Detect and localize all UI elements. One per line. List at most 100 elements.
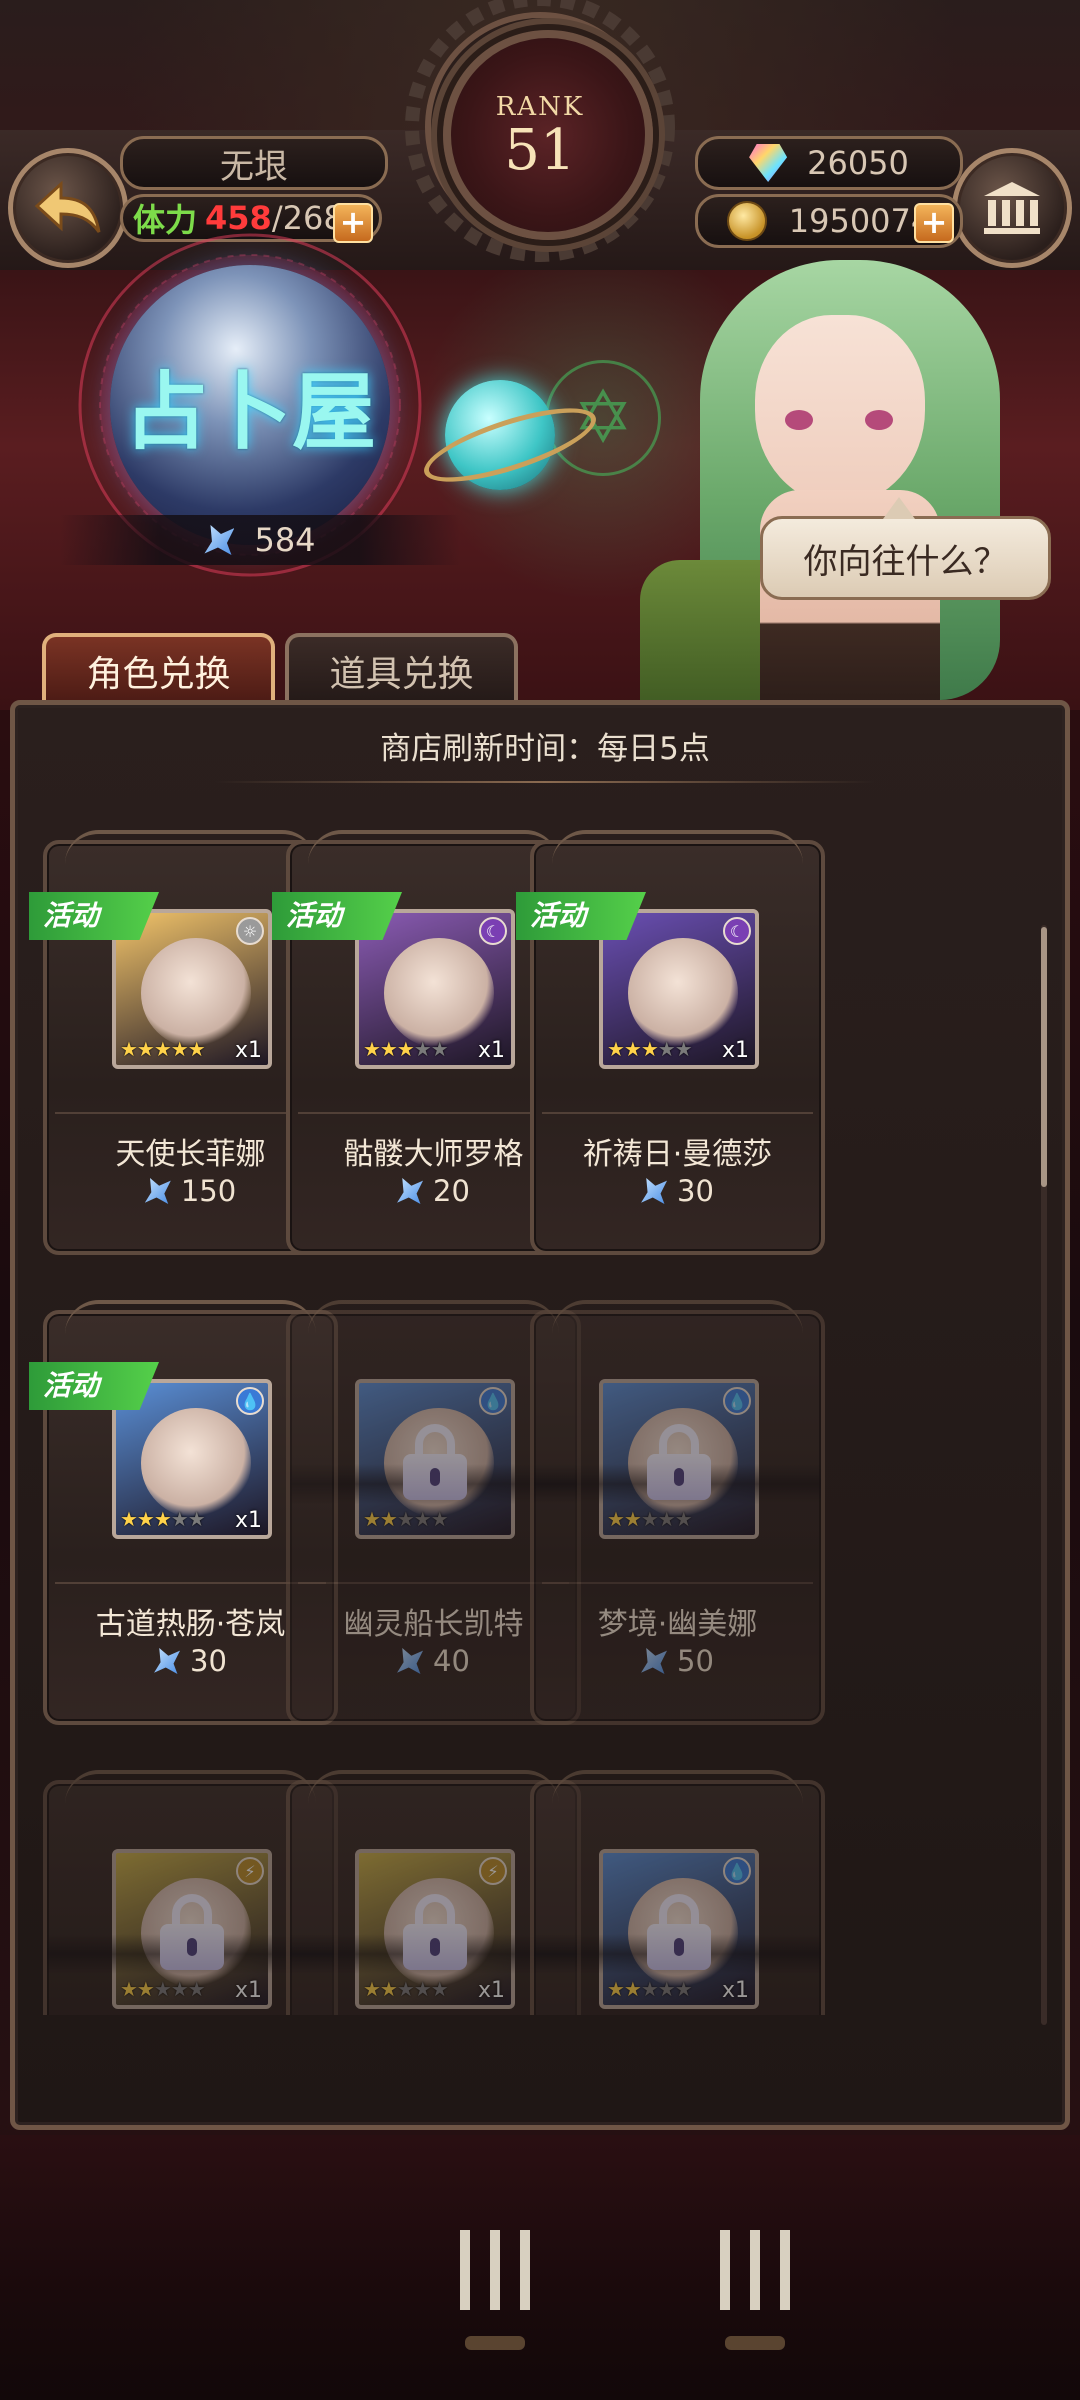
crystal-icon <box>641 1178 668 1204</box>
lock-icon <box>403 1424 467 1500</box>
gem-display: 26050 <box>695 136 963 190</box>
character-face <box>628 938 738 1048</box>
light-element-icon: ☼ <box>236 917 264 945</box>
event-badge: 活动 <box>29 1362 159 1410</box>
item-quantity: x1 <box>477 1038 505 1063</box>
card-crest <box>552 1300 803 1334</box>
shop-title: 占卜屋 <box>123 361 376 461</box>
event-badge: 活动 <box>272 892 402 940</box>
tab-character-exchange[interactable]: 角色兑换 <box>42 633 275 705</box>
npc-speech-text: 你向往什么？ <box>803 541 1008 582</box>
coin-icon <box>726 201 767 241</box>
crystal-balance-value: 584 <box>254 521 316 559</box>
item-quantity: x1 <box>234 1978 262 2003</box>
lock-icon <box>647 1424 711 1500</box>
crystal-balance: 584 <box>60 515 460 565</box>
lock-icon <box>403 1894 467 1970</box>
divider <box>542 1112 813 1114</box>
divider <box>215 781 875 783</box>
npc-eye <box>785 410 813 430</box>
item-quantity: x1 <box>721 1978 749 2003</box>
gold-display: 1950074 + <box>695 194 963 248</box>
star-rating: ★★★★★ <box>363 1977 449 2001</box>
candelabra-icon <box>440 2190 550 2350</box>
water-element-icon: 💧 <box>479 1387 507 1415</box>
character-face <box>141 1408 251 1518</box>
card-crest <box>552 1770 803 1804</box>
card-crest <box>308 1770 559 1804</box>
item-price-value: 150 <box>180 1174 237 1208</box>
item-price-value: 40 <box>433 1644 470 1678</box>
npc-eye <box>865 410 893 430</box>
npc-fortune-teller <box>640 260 1080 710</box>
star-rating: ★★★★★ <box>120 1977 206 2001</box>
crystal-icon <box>204 525 235 555</box>
player-name-text: 无垠 <box>220 146 288 187</box>
divider <box>298 1582 569 1584</box>
player-name: 无垠 <box>120 136 388 190</box>
item-price-value: 20 <box>433 1174 470 1208</box>
rank-badge: RANK 51 <box>395 0 685 270</box>
star-rating: ★★★★★ <box>363 1507 449 1531</box>
temple-icon <box>984 182 1040 234</box>
main-menu-button[interactable] <box>952 148 1072 268</box>
card-crest <box>65 830 316 864</box>
star-rating: ★★★★★ <box>607 1977 693 2001</box>
event-badge: 活动 <box>29 892 159 940</box>
card-crest <box>65 1300 316 1334</box>
water-element-icon: 💧 <box>723 1387 751 1415</box>
crystal-icon <box>397 1178 424 1204</box>
star-rating: ★★★★★ <box>607 1037 693 1061</box>
tab-label: 角色兑换 <box>86 654 231 695</box>
item-name: 梦境·幽美娜 <box>597 1607 758 1642</box>
star-rating: ★★★★★ <box>363 1037 449 1061</box>
lock-icon <box>647 1894 711 1970</box>
crystal-icon <box>641 1648 668 1674</box>
rank-value: 51 <box>504 118 576 183</box>
crystal-ball: 占卜屋 <box>110 265 390 545</box>
tab-label: 道具兑换 <box>329 654 474 695</box>
npc-face <box>755 315 925 505</box>
crystal-icon <box>144 1178 171 1204</box>
crystal-icon <box>397 1648 424 1674</box>
item-price-value: 50 <box>677 1644 714 1678</box>
candelabra-icon <box>700 2190 810 2350</box>
item-price-value: 30 <box>190 1644 227 1678</box>
dark-element-icon: ☾ <box>479 917 507 945</box>
card-crest <box>308 1300 559 1334</box>
lock-icon <box>160 1894 224 1970</box>
shop-item-card[interactable]: ☾ ★★★★★ x1 活动 祈祷日·曼德莎 30 <box>516 830 825 1255</box>
gold-count: 1950074 <box>788 202 932 240</box>
star-rating: ★★★★★ <box>607 1507 693 1531</box>
water-element-icon: 💧 <box>723 1857 751 1885</box>
gem-count: 26050 <box>807 144 909 182</box>
event-badge: 活动 <box>516 892 646 940</box>
thunder-element-icon: ⚡ <box>236 1857 264 1885</box>
shop-item-card[interactable]: 💧 ★★★★★ 梦境·幽美娜 50 <box>530 1300 825 1725</box>
item-quantity: x1 <box>234 1508 262 1533</box>
add-gold-button[interactable]: + <box>914 203 954 243</box>
item-price: 50 <box>534 1644 821 1678</box>
npc-speech-bubble: 你向往什么？ <box>760 497 1051 600</box>
card-crest <box>308 830 559 864</box>
water-element-icon: 💧 <box>236 1387 264 1415</box>
dark-element-icon: ☾ <box>723 917 751 945</box>
card-crest <box>552 830 803 864</box>
divider <box>298 1112 569 1114</box>
item-name: 祈祷日·曼德莎 <box>582 1137 773 1172</box>
scrollbar-thumb[interactable] <box>1041 927 1047 1187</box>
tab-item-exchange[interactable]: 道具兑换 <box>285 633 518 705</box>
shop-panel: 商店刷新时间：每日5点 ☼ ★★★★★ x1 活动 天使长菲娜 150 ☾ ★★★★★ x1 活动… <box>10 700 1070 2130</box>
crystal-icon <box>154 1648 181 1674</box>
divider <box>542 1582 813 1584</box>
refresh-notice: 商店刷新时间：每日5点 <box>380 731 710 767</box>
npc-cape <box>640 560 760 710</box>
thunder-element-icon: ⚡ <box>479 1857 507 1885</box>
item-grid: ☼ ★★★★★ x1 活动 天使长菲娜 150 ☾ ★★★★★ x1 活动 骷髅大师罗格 20 ☾ ★★★… <box>15 810 1065 2015</box>
item-quantity: x1 <box>234 1038 262 1063</box>
shop-item-card[interactable]: 💧 ★★★★★ x1 <box>530 1770 825 2015</box>
diamond-icon <box>749 144 788 182</box>
item-price: 30 <box>534 1174 821 1208</box>
item-price-value: 30 <box>677 1174 714 1208</box>
star-rating: ★★★★★ <box>120 1507 206 1531</box>
